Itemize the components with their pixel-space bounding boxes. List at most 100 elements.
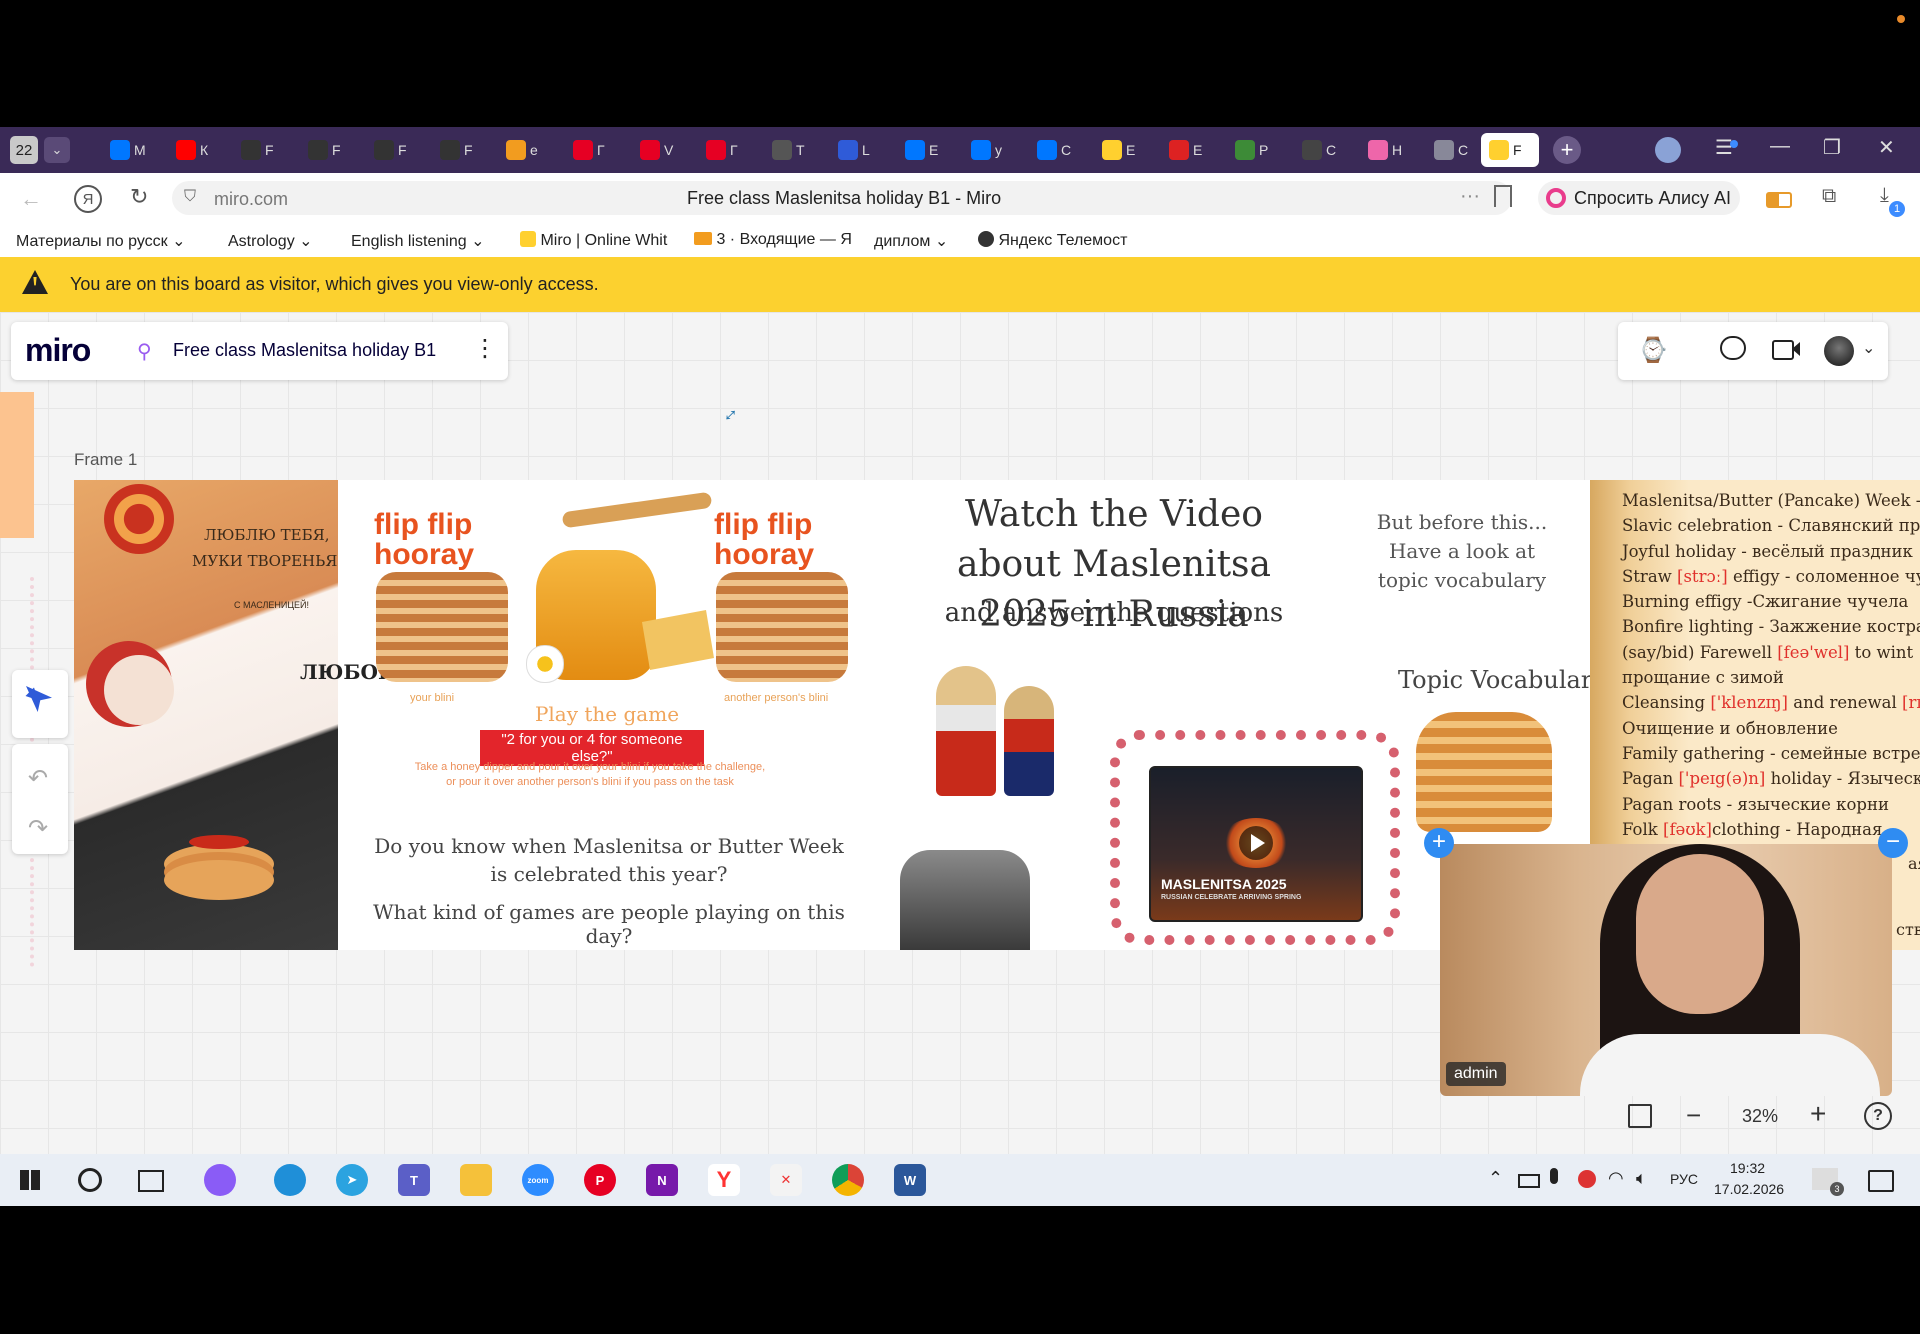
onenote-icon[interactable]: N [646,1164,678,1196]
bookmark-telemost[interactable]: Яндекс Телемост [978,231,1127,250]
tab-12[interactable]: Е [897,133,955,167]
tab-5[interactable]: F [432,133,490,167]
tab-4[interactable]: F [366,133,424,167]
bookmark-folder-english-listening[interactable]: English listening ⌄ [351,231,484,251]
tray-chevron-icon[interactable]: ⌃ [1488,1168,1503,1189]
art-text-1: ЛЮБЛЮ ТЕБЯ, [204,526,330,544]
frame-label[interactable]: Frame 1 [74,450,137,470]
avatar[interactable] [1824,336,1854,366]
tab-7[interactable]: Г [565,133,623,167]
tab-3[interactable]: F [300,133,358,167]
telegram-icon[interactable]: ➤ [336,1164,368,1196]
tab-10[interactable]: Т [764,133,822,167]
bookmark-icon[interactable] [1494,185,1512,207]
extensions-icon[interactable]: ⧉ [1822,185,1836,208]
chat-icon[interactable] [1720,336,1746,360]
tab-15[interactable]: Е [1094,133,1152,167]
fit-frame-icon[interactable] [1628,1104,1652,1128]
vocab-item: Pagan roots - языческие корни [1622,792,1920,817]
tab-16[interactable]: Е [1161,133,1219,167]
battery-icon[interactable] [1766,192,1792,208]
tab-21[interactable]: F [1481,133,1539,167]
vocab-item: Pagan ['peɪg(ə)n] holiday - Языческ [1622,766,1920,791]
profile-icon[interactable] [1655,137,1681,163]
more-icon[interactable]: ··· [1460,185,1480,208]
alice-button[interactable]: Спросить Алису AI [1538,181,1740,215]
zoom-level[interactable]: 32% [1742,1106,1778,1127]
back-icon[interactable]: ← [20,186,42,212]
bookmark-folder-materials[interactable]: Материалы по русск ⌄ [16,231,186,251]
tab-20[interactable]: С [1426,133,1484,167]
tray-date[interactable]: 17.02.2026 [1714,1181,1784,1197]
yandex-app-icon[interactable]: ✕ [770,1164,802,1196]
word-icon[interactable]: W [894,1164,926,1196]
tab-2[interactable]: F [233,133,291,167]
pinterest-app-icon[interactable]: P [584,1164,616,1196]
tab-1[interactable]: К [168,133,226,167]
zoom-out-icon[interactable]: − [1686,1100,1701,1131]
undo-icon[interactable]: ↶ [28,764,48,793]
redo-icon[interactable]: ↷ [28,814,48,843]
video-thumbnail[interactable]: MASLENITSA 2025 RUSSIAN CELEBRATE ARRIVI… [1149,766,1363,922]
tab-label: Г [730,142,738,158]
tab-17[interactable]: Р [1227,133,1285,167]
chevron-down-icon[interactable]: ⌄ [1862,338,1875,358]
tab-0[interactable]: М [102,133,160,167]
search-icon[interactable] [78,1168,102,1192]
reload-icon[interactable]: ↻ [130,184,148,210]
isl-icon [440,140,460,160]
bookmark-mail[interactable]: 3 · Входящие — Я [694,231,852,249]
notifications-icon[interactable] [1868,1170,1894,1192]
yandex-browser-icon[interactable]: Y [708,1164,740,1196]
sticky-note-partial[interactable] [0,392,34,538]
url-field[interactable]: ⛉ miro.com Free class Maslenitsa holiday… [172,181,1512,215]
vocab-text: Folk [1622,819,1664,839]
download-icon[interactable]: ⤓ [1880,184,1889,207]
zoom-in-icon[interactable]: + [1810,1098,1826,1130]
leaf-icon [1434,140,1454,160]
board-menu-icon[interactable]: ⋮ [473,334,497,363]
restore-icon[interactable]: ❐ [1823,135,1841,160]
start-icon[interactable] [20,1170,40,1190]
remove-frame-icon[interactable]: − [1878,828,1908,858]
edge-icon[interactable] [274,1164,306,1196]
video-icon[interactable] [1772,340,1794,360]
minimize-icon[interactable]: — [1770,135,1790,158]
tab-18[interactable]: С [1294,133,1352,167]
bookmark-miro[interactable]: Miro | Online Whit [520,231,667,250]
reactions-icon[interactable]: ⌚ [1638,336,1668,365]
board-title[interactable]: Free class Maslenitsa holiday B1 [173,340,436,361]
tab-label: Г [597,142,605,158]
tray-time[interactable]: 19:32 [1730,1160,1765,1176]
tab-list-chevron-icon[interactable]: ⌄ [44,137,70,163]
tab-19[interactable]: Н [1360,133,1418,167]
miro-logo[interactable]: miro [25,332,91,369]
vocab-item: Bonfire lighting - Зажжение костра [1622,614,1920,639]
tab-11[interactable]: L [830,133,888,167]
chrome-icon[interactable] [832,1164,864,1196]
bookmark-folder-diploma[interactable]: диплом ⌄ [874,231,948,251]
address-bar: ← Я ↻ ⛉ miro.com Free class Maslenitsa h… [0,173,1920,226]
tab-counter-button[interactable]: 22 [10,136,38,164]
close-window-icon[interactable]: ✕ [1878,135,1895,160]
tab-14[interactable]: С [1029,133,1087,167]
file-explorer-icon[interactable] [460,1164,492,1196]
teams-icon[interactable]: T [398,1164,430,1196]
add-frame-icon[interactable]: + [1424,828,1454,858]
task-view-icon[interactable] [138,1170,164,1192]
tabs-menu-icon[interactable]: ☰ [1715,135,1733,160]
yandex-icon[interactable]: Я [74,185,102,213]
tab-13[interactable]: y [963,133,1021,167]
tray-lang[interactable]: РУС [1670,1171,1698,1187]
video-call-tile[interactable]: admin [1440,844,1892,1096]
tab-6[interactable]: e [498,133,556,167]
alice-app-icon[interactable] [204,1164,236,1196]
board-canvas[interactable]: miro ⚲ Free class Maslenitsa holiday B1 … [0,312,1920,1154]
c-icon [838,140,858,160]
bookmark-folder-astrology[interactable]: Astrology ⌄ [228,231,313,251]
help-icon[interactable]: ? [1864,1102,1892,1130]
tab-8[interactable]: V [632,133,690,167]
new-tab-button[interactable]: + [1553,136,1581,164]
zoom-icon[interactable]: zoom [522,1164,554,1196]
tab-9[interactable]: Г [698,133,756,167]
